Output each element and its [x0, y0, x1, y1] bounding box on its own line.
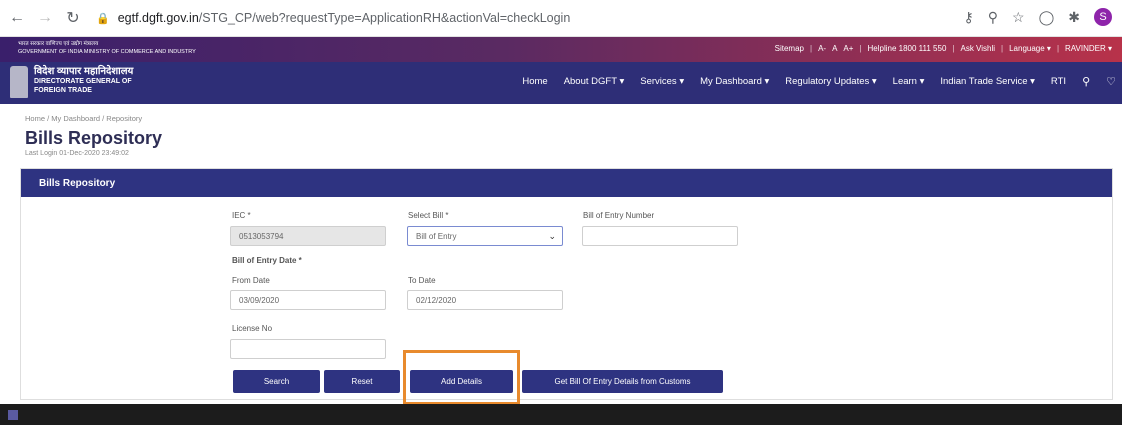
government-label-hindi: भारत सरकार वाणिज्य एवं उद्योग मंत्रालय	[18, 41, 99, 47]
notification-bell-icon[interactable]: ♡	[1106, 75, 1116, 88]
language-menu[interactable]: Language ▾	[1009, 44, 1051, 53]
zoom-icon[interactable]: ⚲	[988, 9, 998, 26]
menu-about-dgft[interactable]: About DGFT ▾	[564, 76, 625, 87]
dgft-logo[interactable]: विदेश व्यापार महानिदेशालय DIRECTORATE GE…	[10, 66, 133, 98]
browser-extensions: ⚷ ⚲ ☆ ◯ ✱ S	[964, 8, 1112, 26]
footer-bar	[0, 404, 1122, 425]
search-icon[interactable]: ⚲	[1082, 75, 1090, 88]
iec-label: IEC *	[232, 211, 251, 220]
boe-number-label: Bill of Entry Number	[583, 211, 655, 220]
chevron-down-icon: ⌄	[548, 231, 556, 241]
sitemap-link[interactable]: Sitemap	[775, 44, 804, 53]
reload-icon[interactable]: ↻	[62, 7, 84, 29]
license-label: License No	[232, 324, 273, 333]
menu-home[interactable]: Home	[522, 76, 547, 87]
last-login: Last Login 01-Dec-2020 23:49:02	[25, 150, 129, 157]
menu-my-dashboard[interactable]: My Dashboard ▾	[700, 76, 769, 87]
lock-icon: 🔒	[96, 12, 110, 25]
main-navbar: विदेश व्यापार महानिदेशालय DIRECTORATE GE…	[0, 62, 1122, 104]
menu-indian-trade-service[interactable]: Indian Trade Service ▾	[940, 76, 1035, 87]
select-bill-value: Bill of Entry	[416, 232, 457, 241]
national-emblem-icon	[10, 66, 28, 98]
font-decrease-link[interactable]: A-	[818, 44, 826, 53]
main-menu: Home About DGFT ▾ Services ▾ My Dashboar…	[522, 75, 1116, 88]
license-input[interactable]	[230, 339, 386, 359]
government-strip: भारत सरकार वाणिज्य एवं उद्योग मंत्रालय G…	[0, 37, 1122, 62]
helpline-link[interactable]: Helpline 1800 111 550	[868, 44, 947, 53]
font-normal-link[interactable]: A	[832, 44, 837, 53]
star-icon[interactable]: ☆	[1012, 9, 1025, 26]
get-boe-details-button[interactable]: Get Bill Of Entry Details from Customs	[522, 370, 723, 393]
menu-services[interactable]: Services ▾	[640, 76, 684, 87]
extension-circle-icon[interactable]: ◯	[1039, 9, 1055, 26]
url-path: /STG_CP/web?requestType=ApplicationRH&ac…	[198, 11, 571, 25]
iec-field: 0513053794	[230, 226, 386, 246]
url-host: egtf.dgft.gov.in	[117, 11, 199, 25]
font-increase-link[interactable]: A+	[843, 44, 853, 53]
puzzle-icon[interactable]: ✱	[1068, 9, 1080, 26]
back-arrow-icon[interactable]: ←	[6, 7, 28, 29]
browser-toolbar: ← → ↻ 🔒 egtf.dgft.gov.in /STG_CP/web?req…	[0, 0, 1122, 37]
breadcrumb[interactable]: Home / My Dashboard / Repository	[25, 114, 142, 123]
bills-repository-panel: Bills Repository	[20, 168, 1113, 400]
menu-rti[interactable]: RTI	[1051, 76, 1066, 87]
logo-line2: FOREIGN TRADE	[34, 86, 92, 94]
key-icon[interactable]: ⚷	[964, 9, 974, 26]
orange-highlight-box	[403, 350, 520, 405]
forward-arrow-icon[interactable]: →	[34, 7, 56, 29]
to-date-label: To Date	[408, 276, 436, 285]
address-bar[interactable]: 🔒 egtf.dgft.gov.in /STG_CP/web?requestTy…	[96, 6, 966, 30]
government-label: भारत सरकार वाणिज्य एवं उद्योग मंत्रालय G…	[18, 40, 196, 56]
boe-number-input[interactable]	[582, 226, 738, 246]
select-bill-dropdown[interactable]: Bill of Entry ⌄	[407, 226, 563, 246]
government-label-english: GOVERNMENT OF INDIA MINISTRY OF COMMERCE…	[18, 49, 196, 55]
profile-avatar[interactable]: S	[1094, 8, 1112, 26]
from-date-label: From Date	[232, 276, 270, 285]
menu-learn[interactable]: Learn ▾	[893, 76, 925, 87]
footer-checkbox-icon	[8, 410, 18, 420]
to-date-input[interactable]: 02/12/2020	[407, 290, 563, 310]
user-menu[interactable]: RAVINDER ▾	[1065, 44, 1112, 53]
ask-link[interactable]: Ask Vishli	[960, 44, 995, 53]
reset-button[interactable]: Reset	[324, 370, 400, 393]
utility-links: Sitemap | A- A A+ | Helpline 1800 111 550 |…	[774, 44, 1112, 53]
from-date-input[interactable]: 03/09/2020	[230, 290, 386, 310]
page-title: Bills Repository	[25, 128, 163, 148]
select-bill-label: Select Bill *	[408, 211, 449, 220]
logo-line1: DIRECTORATE GENERAL OF	[34, 78, 132, 85]
panel-heading: Bills Repository	[21, 169, 1112, 197]
search-button[interactable]: Search	[233, 370, 320, 393]
logo-hindi: विदेश व्यापार महानिदेशालय	[34, 66, 134, 77]
boe-date-label: Bill of Entry Date *	[232, 256, 302, 265]
menu-regulatory-updates[interactable]: Regulatory Updates ▾	[785, 76, 876, 87]
